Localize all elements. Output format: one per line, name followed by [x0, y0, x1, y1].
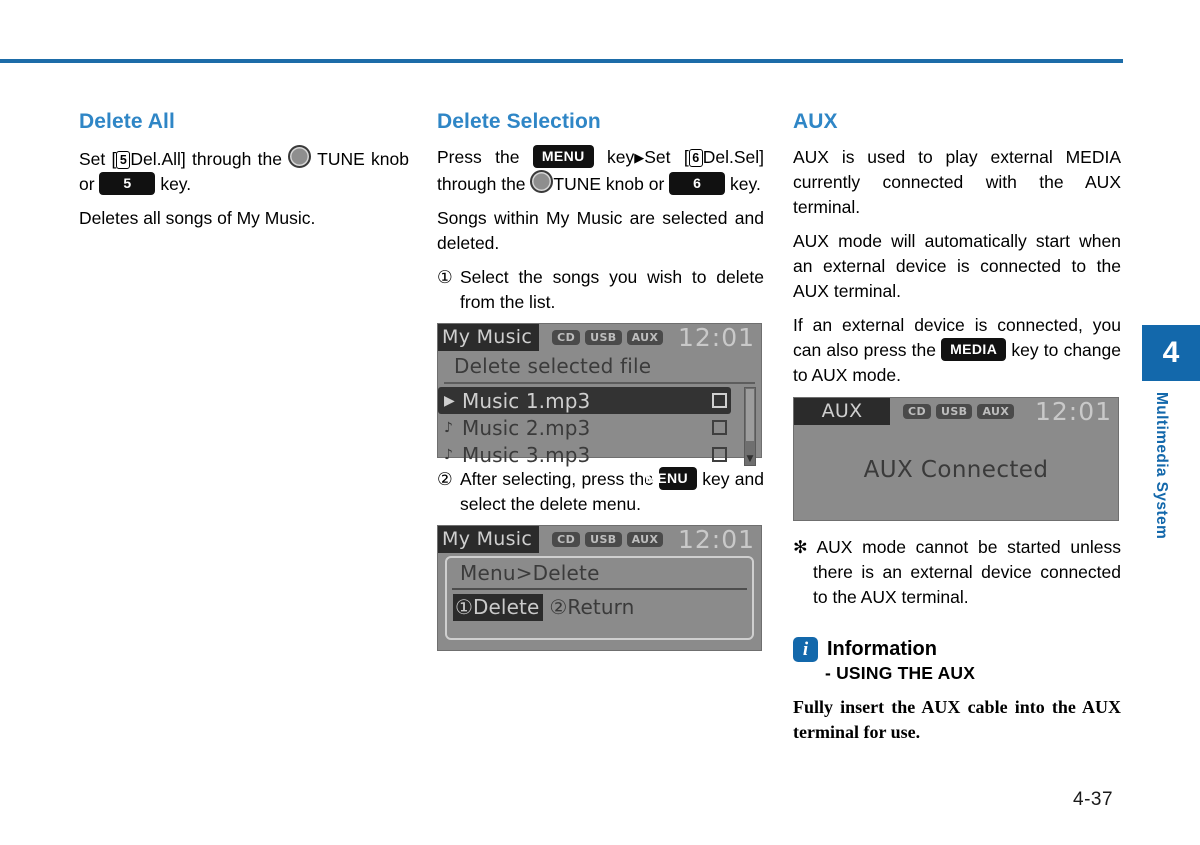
text-fragment: key. — [160, 174, 192, 194]
badge-cd: CD — [903, 404, 932, 419]
badge-usb: USB — [936, 404, 973, 419]
badge-aux: AUX — [977, 404, 1015, 419]
note-marker-icon: ✻ — [793, 537, 808, 557]
scroll-down-arrow-icon: ▼ — [746, 454, 754, 464]
text-fragment: TUNE — [317, 149, 365, 169]
key-badge-5: 5 — [99, 172, 156, 195]
aux-status-message: AUX Connected — [863, 456, 1049, 483]
screen-my-music-list: My Music CD USB AUX 12:01 Delete selecte… — [437, 323, 762, 467]
source-badges: CD USB AUX — [552, 330, 664, 345]
column-delete-all: Delete All Set [5 Del.All] through the TU… — [79, 110, 409, 240]
screen-clock: 12:01 — [677, 323, 755, 352]
chapter-label: Multimedia System — [1153, 392, 1170, 540]
list-item-label: Music 2.mp3 — [462, 415, 591, 440]
tune-knob-icon — [530, 170, 554, 193]
list-item: ♪ Music 3.mp3 — [438, 441, 731, 468]
boxed-number-5: 5 — [116, 151, 131, 169]
page-title-delete-all: Delete All — [79, 110, 175, 133]
text-fragment: Press the — [437, 147, 520, 167]
screen-clock: 12:01 — [1034, 397, 1112, 426]
list-item: ♪ Music 2.mp3 — [438, 414, 731, 441]
information-body: Fully insert the AUX cable into the AUX … — [793, 697, 1121, 742]
key-badge-6: 6 — [669, 172, 726, 195]
page-title-delete-selection: Delete Selection — [437, 110, 601, 133]
boxed-number-6: 6 — [688, 149, 703, 167]
header-rule — [0, 59, 1123, 63]
source-badges: CD USB AUX — [903, 404, 1015, 419]
screen-title-bar: AUX CD USB AUX 12:01 — [794, 398, 1118, 425]
aux-paragraph-2: AUX mode will automatically start when a… — [793, 231, 1121, 301]
text-fragment: Set [ — [79, 149, 117, 169]
screen-title-bar: My Music CD USB AUX 12:01 — [438, 526, 761, 553]
step-two-text-a: After selecting, press the — [460, 469, 654, 489]
note-text: AUX mode cannot be started unless there … — [813, 537, 1121, 607]
aux-paragraph-1: AUX is used to play external MEDIA curre… — [793, 147, 1121, 217]
list-item-label: Music 3.mp3 — [462, 442, 591, 467]
chapter-number: 4 — [1162, 336, 1180, 369]
menu-option-delete: ①Delete — [453, 594, 544, 621]
information-title: Information — [827, 638, 937, 660]
menu-options: ①Delete ②Return — [447, 590, 752, 621]
menu-breadcrumb: Menu>Delete — [452, 559, 747, 590]
delete-all-description: Deletes all songs of My Music. — [79, 208, 316, 228]
text-fragment: TUNE knob or — [553, 174, 665, 194]
page-title-aux: AUX — [793, 110, 838, 133]
scrollbar-thumb — [746, 389, 754, 441]
key-badge-menu: MENU — [645, 467, 697, 490]
list-item: ▶ Music 1.mp3 — [438, 387, 731, 414]
screen-clock: 12:01 — [677, 525, 755, 554]
badge-aux: AUX — [626, 330, 664, 345]
step-one: ① Select the songs you wish to delete fro… — [437, 265, 764, 315]
badge-usb: USB — [585, 532, 622, 547]
column-aux: AUX AUX is used to play external MEDIA c… — [793, 110, 1121, 745]
key-badge-media: MEDIA — [941, 338, 1007, 361]
checkbox-icon — [712, 420, 727, 435]
arrow-right-icon: ▶ — [634, 150, 645, 165]
information-header: i Information — [793, 637, 1121, 662]
badge-cd: CD — [552, 330, 581, 345]
music-note-icon: ♪ — [444, 446, 454, 463]
text-fragment: key — [607, 147, 635, 167]
column-delete-selection: Delete Selection Press the MENU key▶Set … — [437, 110, 764, 651]
screen-my-music-menu: My Music CD USB AUX 12:01 Menu>Delete ①D… — [437, 525, 762, 651]
screen-title-bar: My Music CD USB AUX 12:01 — [438, 324, 761, 351]
tune-knob-icon — [288, 145, 312, 168]
scrollbar: ▼ — [744, 387, 756, 466]
step-marker-2: ② — [437, 469, 453, 489]
checkbox-icon — [712, 393, 727, 408]
aux-note: ✻ AUX mode cannot be started unless ther… — [793, 535, 1121, 610]
source-badges: CD USB AUX — [552, 532, 664, 547]
aux-paragraph-3: If an external device is connected, you … — [793, 313, 1121, 388]
chapter-tab: 4 — [1142, 325, 1200, 381]
text-fragment: Del.All] through the — [130, 149, 282, 169]
delete-selection-description: Songs within My Music are selected and d… — [437, 208, 764, 253]
song-list: ▶ Music 1.mp3 ♪ Music 2.mp3 ♪ Music 3.mp… — [438, 384, 761, 468]
screen-title: My Music — [438, 324, 540, 351]
key-badge-menu: MENU — [532, 145, 594, 168]
information-subtitle: - USING THE AUX — [825, 663, 976, 683]
list-item-label: Music 1.mp3 — [462, 388, 591, 413]
delete-selection-instruction: Press the MENU key▶Set [6 Del.Sel] throug… — [437, 145, 764, 197]
screen-aux-connected: AUX CD USB AUX 12:01 AUX Connected — [793, 397, 1119, 521]
text-fragment: Set [ — [644, 147, 689, 167]
menu-panel: Menu>Delete ①Delete ②Return — [445, 556, 754, 640]
step-one-text: Select the songs you wish to delete from… — [460, 267, 764, 312]
badge-cd: CD — [552, 532, 581, 547]
screen-title: My Music — [438, 526, 540, 553]
info-icon: i — [793, 637, 818, 662]
step-marker-1: ① — [437, 267, 453, 287]
screen-subtitle: Delete selected file — [444, 351, 755, 384]
badge-aux: AUX — [626, 532, 664, 547]
delete-all-instruction: Set [5 Del.All] through the TUNE knob or … — [79, 145, 409, 197]
menu-option-return: ②Return — [549, 595, 635, 619]
play-arrow-icon: ▶ — [444, 392, 455, 409]
step-two: ② After selecting, press the MENU key and… — [437, 467, 764, 517]
page-number: 4-37 — [1073, 789, 1114, 810]
checkbox-icon — [712, 447, 727, 462]
text-fragment: key. — [730, 174, 761, 194]
badge-usb: USB — [585, 330, 622, 345]
music-note-icon: ♪ — [444, 419, 454, 436]
screen-title: AUX — [794, 398, 890, 425]
